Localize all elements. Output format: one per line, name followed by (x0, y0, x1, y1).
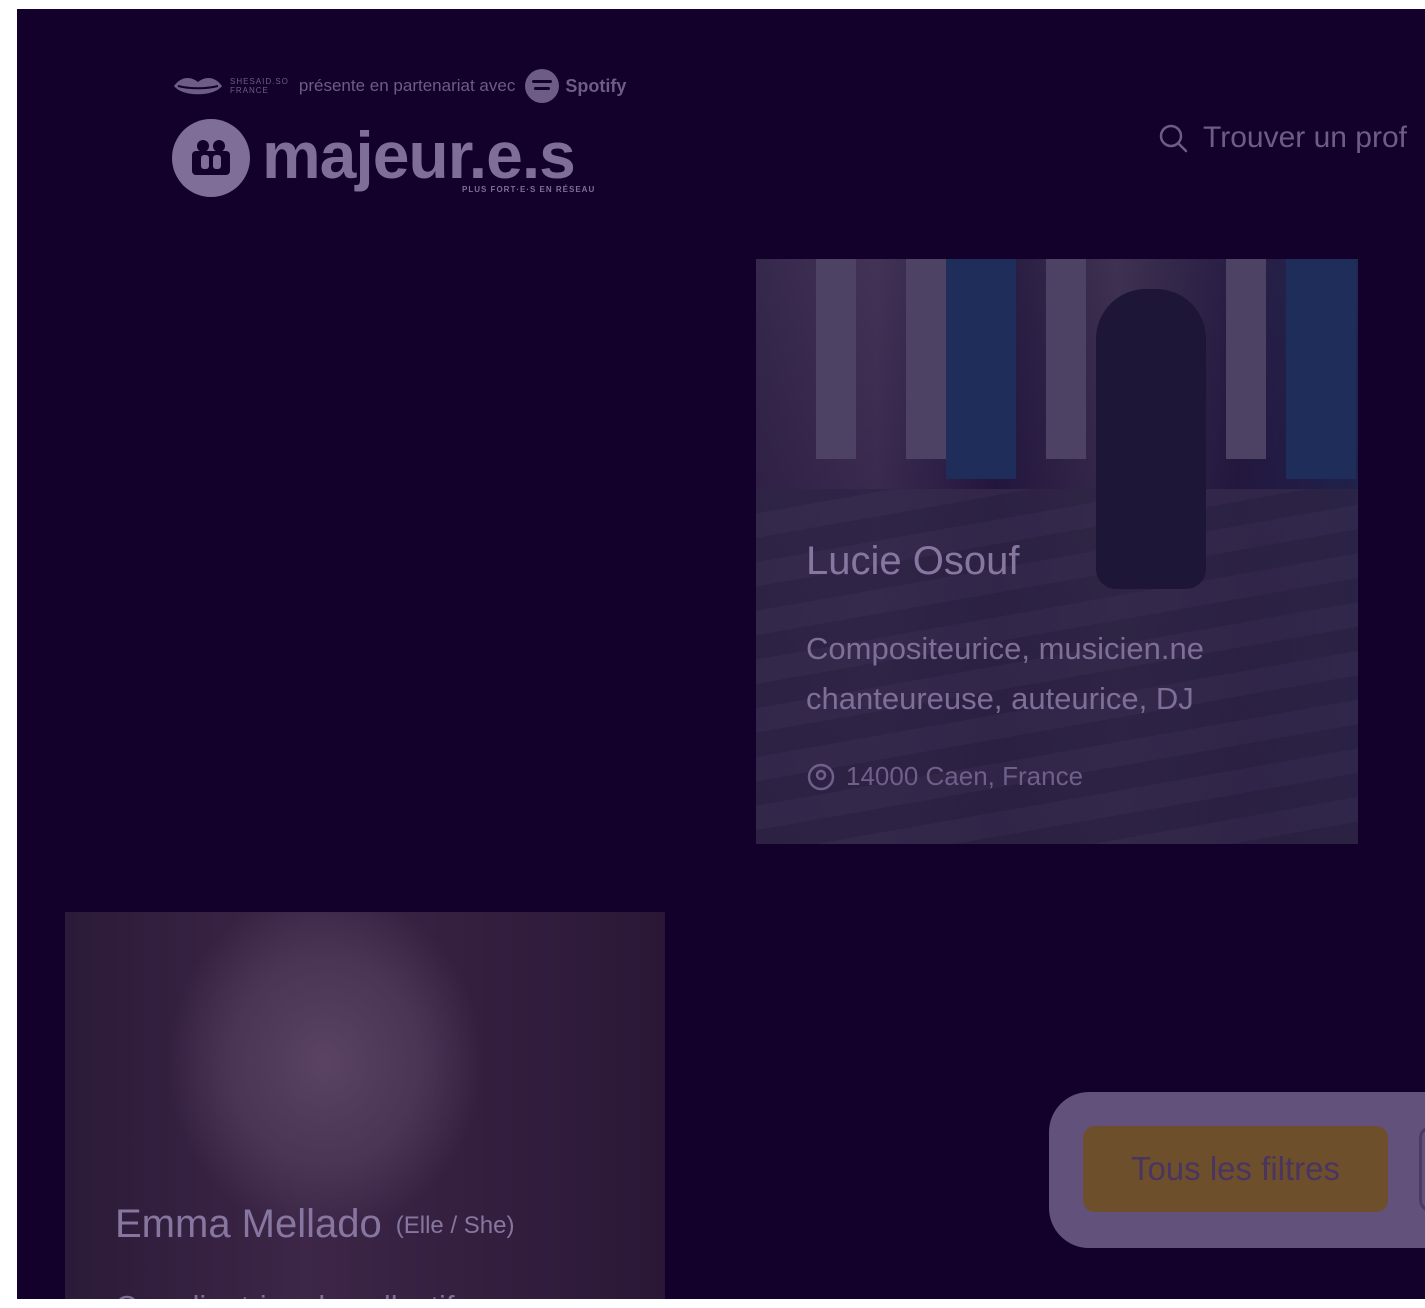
partner-banner: SHESAID.SO FRANCE présente en partenaria… (172, 69, 626, 103)
brand-tagline: PLUS FORT·E·S EN RÉSEAU (462, 185, 596, 194)
profile-location-text: 14000 Caen, France (846, 761, 1084, 791)
profile-name: Lucie Osouf (806, 539, 1020, 583)
partner-org-country: FRANCE (230, 86, 269, 95)
brand-logo[interactable]: majeur.e.s PLUS FORT·E·S EN RÉSEAU (172, 119, 595, 197)
spotify-label: Spotify (565, 75, 627, 96)
profile-card-lucie-osouf[interactable]: Lucie Osouf Compositeurice, musicien.ne … (756, 259, 1358, 844)
profile-name-text: Emma Mellado (115, 1202, 382, 1246)
secondary-filter-button[interactable] (1419, 1126, 1425, 1212)
brand-icon (172, 119, 250, 197)
profile-role: Compositeurice, musicien.ne chanteureuse… (806, 624, 1204, 724)
brand-name: majeur.e.s (262, 118, 576, 192)
profile-role-line: Coordinatrice du collectif (115, 1282, 454, 1299)
profile-pronouns: (Elle / She) (395, 1212, 515, 1240)
find-profile-link[interactable]: Trouver un prof (1157, 121, 1407, 155)
partnership-text: présente en partenariat avec (298, 76, 516, 95)
profile-role-line: chanteureuse, auteurice, DJ (806, 681, 1194, 716)
profile-role: Coordinatrice du collectif (115, 1282, 454, 1299)
find-profile-label: Trouver un prof (1203, 121, 1407, 154)
profile-name: Emma Mellado (Elle / She) (115, 1202, 514, 1247)
shesaidso-logo[interactable]: SHESAID.SO FRANCE (172, 73, 289, 99)
profile-card-emma-mellado[interactable]: Emma Mellado (Elle / She) Coordinatrice d… (65, 912, 665, 1299)
filter-bar: Tous les filtres (1049, 1092, 1425, 1248)
all-filters-button[interactable]: Tous les filtres (1083, 1126, 1388, 1212)
profile-role-line: Compositeurice, musicien.ne (806, 631, 1205, 666)
profile-location: 14000 Caen, France (806, 761, 1083, 792)
search-icon (1159, 124, 1188, 153)
page-viewport: SHESAID.SO FRANCE présente en partenaria… (17, 9, 1425, 1299)
spotify-icon (525, 69, 560, 103)
partner-org-name: SHESAID.SO (230, 77, 289, 86)
location-pin-icon (807, 763, 835, 790)
lips-icon (174, 77, 222, 95)
spotify-logo[interactable]: Spotify (525, 69, 626, 103)
